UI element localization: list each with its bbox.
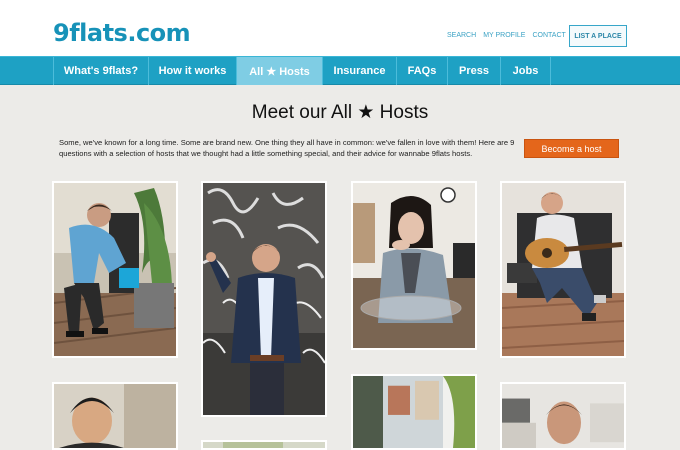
- logo[interactable]: 9flats.com: [53, 20, 191, 46]
- host-photo[interactable]: [52, 382, 178, 450]
- contact-link[interactable]: CONTACT: [532, 32, 565, 39]
- host-photo[interactable]: [351, 181, 477, 350]
- nav-all-star-hosts[interactable]: All ★ Hosts: [237, 57, 323, 85]
- host-photo-image: [54, 384, 176, 448]
- search-link[interactable]: SEARCH: [447, 32, 476, 39]
- host-photo[interactable]: [500, 181, 626, 358]
- host-photo-image: [353, 183, 475, 348]
- nav-whats-9flats[interactable]: What's 9flats?: [53, 57, 149, 85]
- nav-faqs[interactable]: FAQs: [397, 57, 448, 85]
- header: 9flats.com SEARCH MY PROFILE CONTACT LIS…: [0, 0, 680, 56]
- host-photo[interactable]: [201, 181, 327, 417]
- host-photo[interactable]: [351, 374, 477, 450]
- page-title: Meet our All ★ Hosts: [251, 102, 429, 123]
- nav-jobs[interactable]: Jobs: [501, 57, 551, 85]
- nav-how-it-works[interactable]: How it works: [149, 57, 237, 85]
- nav-press[interactable]: Press: [448, 57, 501, 85]
- host-photo[interactable]: [201, 440, 327, 450]
- main-nav: What's 9flats? How it works All ★ Hosts …: [0, 56, 680, 85]
- host-photo[interactable]: [500, 382, 626, 450]
- host-photo[interactable]: [52, 181, 178, 358]
- intro-text: Some, we've known for a long time. Some …: [59, 138, 515, 158]
- become-a-host-button[interactable]: Become a host: [524, 139, 619, 158]
- top-links: SEARCH MY PROFILE CONTACT: [447, 32, 583, 39]
- my-profile-link[interactable]: MY PROFILE: [483, 32, 525, 39]
- nav-insurance[interactable]: Insurance: [323, 57, 397, 85]
- host-photo-image: [203, 183, 325, 415]
- host-photo-image: [353, 376, 475, 448]
- host-photo-image: [203, 442, 325, 448]
- list-a-place-button[interactable]: LIST A PLACE: [569, 25, 627, 47]
- host-photo-image: [54, 183, 176, 356]
- host-photo-image: [502, 183, 624, 356]
- host-photo-image: [502, 384, 624, 448]
